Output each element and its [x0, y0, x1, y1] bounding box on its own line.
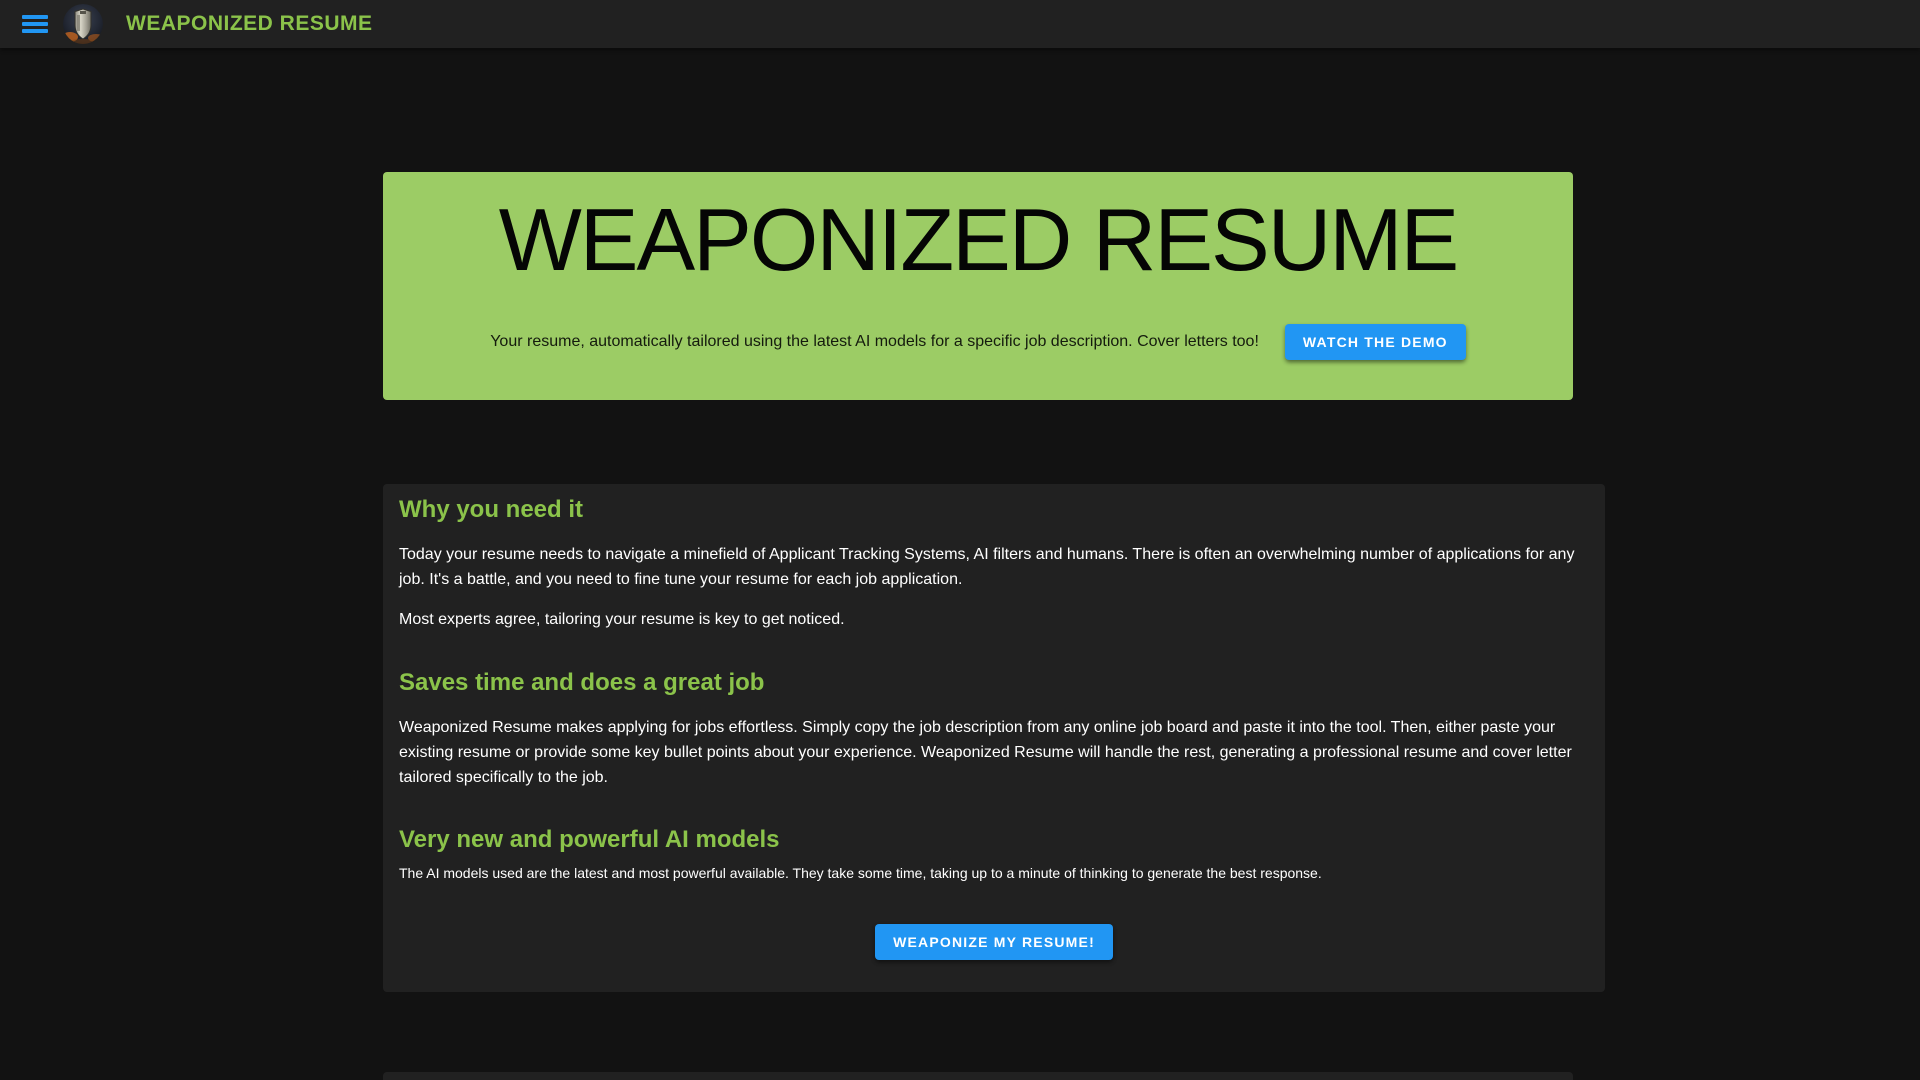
page-main: WEAPONIZED RESUME Your resume, automatic… [0, 172, 1920, 1080]
app-bar-title: WEAPONIZED RESUME [126, 12, 373, 36]
section-heading-saves-time: Saves time and does a great job [399, 669, 1589, 698]
shield-logo-icon [63, 4, 103, 44]
watch-demo-button[interactable]: WATCH THE DEMO [1285, 324, 1466, 360]
hero-title: WEAPONIZED RESUME [383, 172, 1573, 284]
paragraph-ai-models: The AI models used are the latest and mo… [399, 864, 1589, 884]
paragraph-saves-time: Weaponized Resume makes applying for job… [399, 716, 1589, 790]
info-card: Why you need it Today your resume needs … [383, 484, 1605, 992]
weaponize-my-resume-button[interactable]: WEAPONIZE MY RESUME! [875, 924, 1113, 960]
hero-tagline: Your resume, automatically tailored usin… [490, 333, 1259, 351]
section-heading-why-you-need-it: Why you need it [399, 496, 1589, 525]
section-heading-ai-models: Very new and powerful AI models [399, 826, 1589, 855]
hero-banner: WEAPONIZED RESUME Your resume, automatic… [383, 172, 1573, 400]
hero-tagline-row: Your resume, automatically tailored usin… [383, 324, 1573, 360]
paragraph-why-2: Most experts agree, tailoring your resum… [399, 608, 1589, 633]
next-card-partial [383, 1072, 1573, 1080]
paragraph-why-1: Today your resume needs to navigate a mi… [399, 543, 1589, 593]
app-bar: WEAPONIZED RESUME [0, 0, 1920, 48]
hamburger-menu-icon[interactable] [22, 15, 48, 33]
cta-container: WEAPONIZE MY RESUME! [399, 924, 1589, 960]
